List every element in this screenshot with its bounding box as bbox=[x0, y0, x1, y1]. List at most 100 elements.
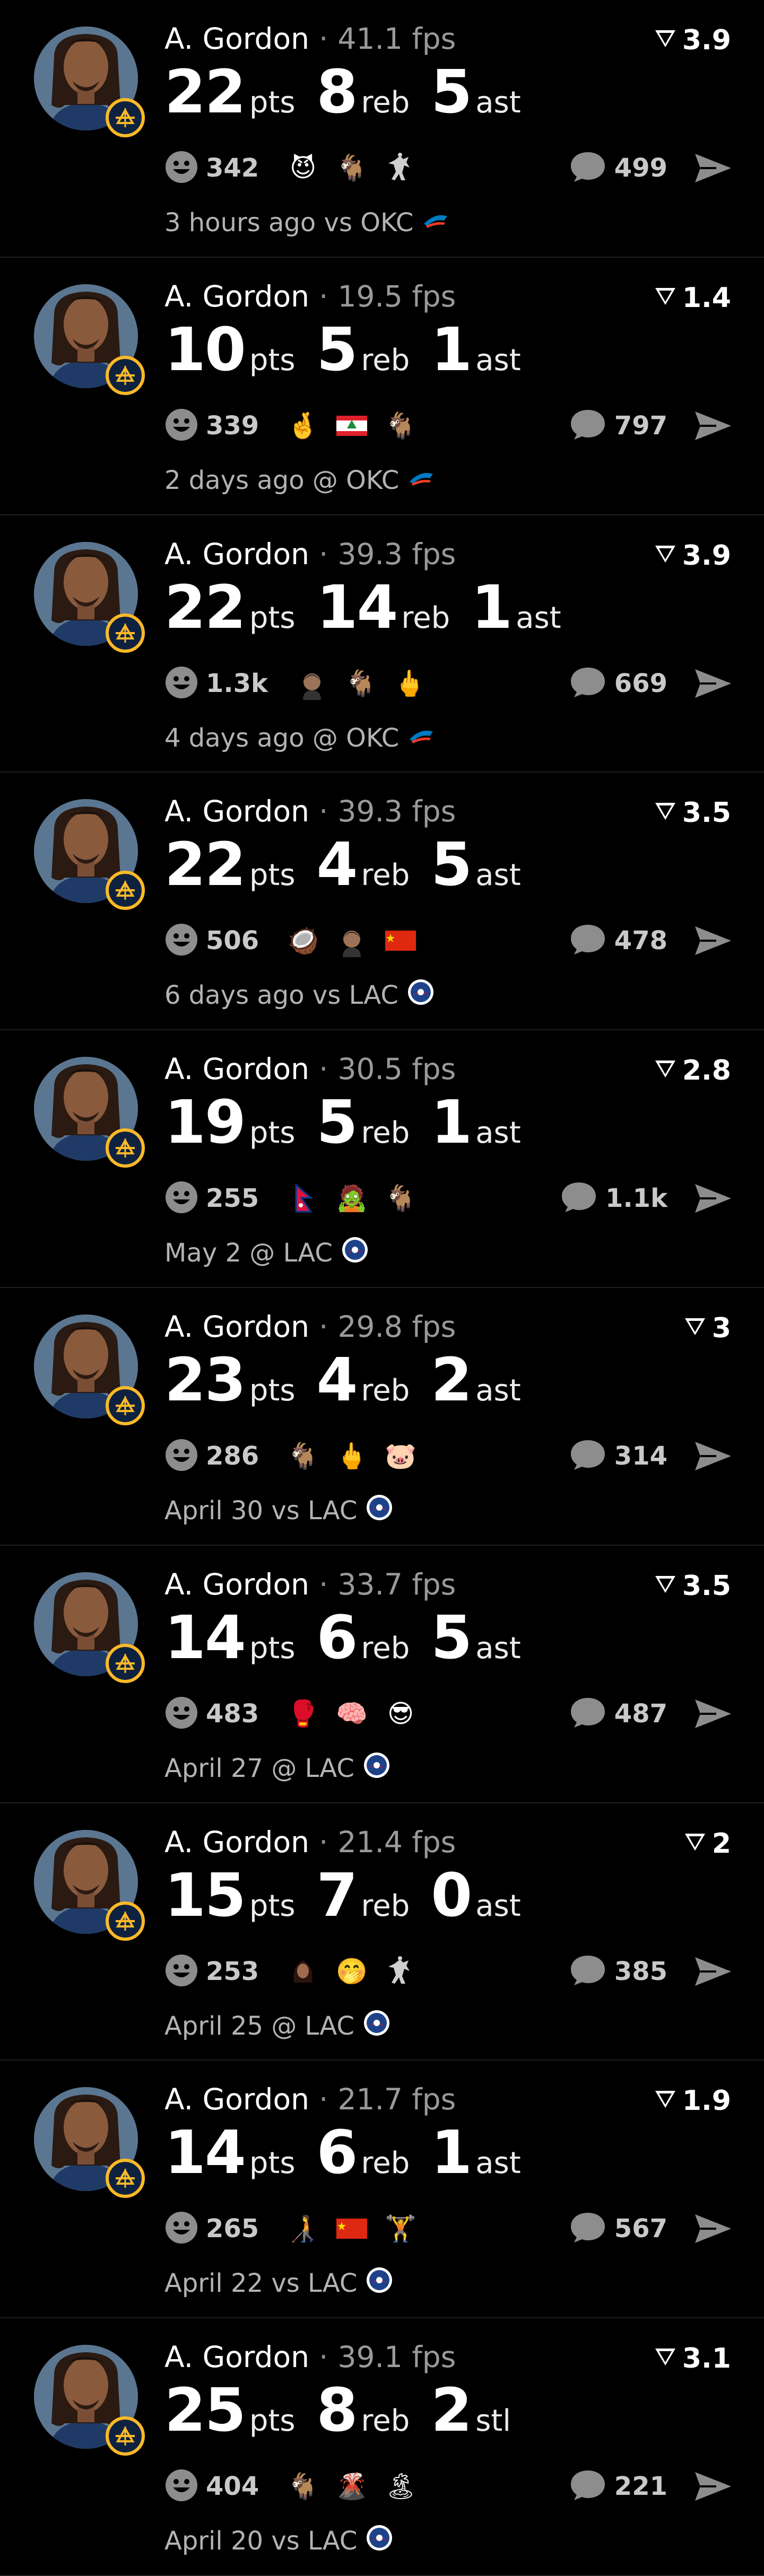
player-name[interactable]: A. Gordon bbox=[164, 22, 309, 56]
comment-bubble-icon[interactable] bbox=[569, 1696, 614, 1732]
game-card[interactable]: A. Gordon · 33.7 fps 3.5 14 pts 6 reb 5 ast 483… bbox=[0, 1546, 764, 1803]
reaction-smiley-icon[interactable] bbox=[164, 665, 198, 702]
game-info[interactable]: 2 days ago @ OKC bbox=[164, 462, 436, 498]
player-name[interactable]: A. Gordon bbox=[164, 1310, 309, 1344]
comments[interactable]: 487 bbox=[569, 1695, 667, 1732]
comments[interactable]: 478 bbox=[569, 922, 667, 959]
comment-bubble-icon[interactable] bbox=[569, 150, 614, 186]
game-card[interactable]: A. Gordon · 39.3 fps 3.9 22 pts 14 reb 1 ast 1.… bbox=[0, 515, 764, 773]
comments[interactable]: 314 bbox=[569, 1438, 667, 1475]
game-card[interactable]: A. Gordon · 39.3 fps 3.5 22 pts 4 reb 5 ast 506… bbox=[0, 773, 764, 1031]
game-info[interactable]: 4 days ago @ OKC bbox=[164, 720, 436, 756]
share-button[interactable] bbox=[693, 152, 733, 185]
share-button[interactable] bbox=[693, 1955, 733, 1988]
comments[interactable]: 669 bbox=[569, 665, 667, 702]
reactions[interactable]: 255 🧟 🐐 bbox=[164, 1180, 417, 1217]
player-name[interactable]: A. Gordon bbox=[164, 2082, 309, 2116]
game-card[interactable]: A. Gordon · 30.5 fps 2.8 19 pts 5 reb 1 ast 255… bbox=[0, 1030, 764, 1288]
reactions[interactable]: 339 🤞 🐐 bbox=[164, 407, 417, 444]
send-icon[interactable] bbox=[693, 1697, 733, 1730]
comments[interactable]: 499 bbox=[569, 150, 667, 187]
share-button[interactable] bbox=[693, 667, 733, 700]
comments[interactable]: 221 bbox=[569, 2468, 667, 2505]
reactions[interactable]: 253 🤭 bbox=[164, 1953, 417, 1990]
send-icon[interactable] bbox=[693, 409, 733, 442]
player-avatar[interactable] bbox=[33, 1571, 146, 1685]
send-icon[interactable] bbox=[693, 1955, 733, 1988]
share-button[interactable] bbox=[693, 2212, 733, 2245]
player-avatar[interactable] bbox=[33, 541, 146, 654]
player-avatar[interactable] bbox=[33, 1313, 146, 1427]
player-name[interactable]: A. Gordon bbox=[164, 1052, 309, 1086]
reaction-smiley-icon[interactable] bbox=[164, 2211, 198, 2247]
reaction-smiley-icon[interactable] bbox=[164, 2468, 198, 2504]
comments[interactable]: 567 bbox=[569, 2210, 667, 2247]
game-info[interactable]: April 30 vs LAC bbox=[164, 1493, 394, 1529]
share-button[interactable] bbox=[693, 1697, 733, 1730]
reactions[interactable]: 483 🥊 🧠 😎 bbox=[164, 1695, 417, 1732]
reaction-smiley-icon[interactable] bbox=[164, 923, 198, 959]
share-button[interactable] bbox=[693, 924, 733, 957]
game-info[interactable]: April 20 vs LAC bbox=[164, 2523, 394, 2559]
send-icon[interactable] bbox=[693, 1182, 733, 1215]
comment-bubble-icon[interactable] bbox=[569, 665, 614, 702]
comment-bubble-icon[interactable] bbox=[560, 1180, 605, 1216]
reactions[interactable]: 265 🧑‍🦯 🏋 bbox=[164, 2210, 417, 2247]
player-name[interactable]: A. Gordon bbox=[164, 279, 309, 313]
player-avatar[interactable] bbox=[33, 25, 146, 139]
game-info[interactable]: April 25 @ LAC bbox=[164, 2008, 392, 2044]
game-card[interactable]: A. Gordon · 19.5 fps 1.4 10 pts 5 reb 1 ast 339… bbox=[0, 258, 764, 515]
comment-bubble-icon[interactable] bbox=[569, 1953, 614, 1990]
reaction-smiley-icon[interactable] bbox=[164, 1696, 198, 1732]
comment-bubble-icon[interactable] bbox=[569, 1438, 614, 1474]
player-avatar[interactable] bbox=[33, 2086, 146, 2200]
comments[interactable]: 797 bbox=[569, 407, 667, 444]
player-name[interactable]: A. Gordon bbox=[164, 794, 309, 828]
game-card[interactable]: A. Gordon · 29.8 fps 3 23 pts 4 reb 2 ast 286 🐐… bbox=[0, 1288, 764, 1546]
send-icon[interactable] bbox=[693, 2212, 733, 2245]
reaction-smiley-icon[interactable] bbox=[164, 1180, 198, 1216]
game-info[interactable]: 6 days ago vs LAC bbox=[164, 977, 436, 1013]
reaction-smiley-icon[interactable] bbox=[164, 150, 198, 186]
comment-bubble-icon[interactable] bbox=[569, 2468, 614, 2504]
game-info[interactable]: 3 hours ago vs OKC bbox=[164, 205, 450, 241]
reactions[interactable]: 506 🥥 bbox=[164, 922, 417, 959]
reactions[interactable]: 404 🐐 🌋 🏝 bbox=[164, 2468, 417, 2505]
player-avatar[interactable] bbox=[33, 283, 146, 397]
player-name[interactable]: A. Gordon bbox=[164, 1825, 309, 1859]
send-icon[interactable] bbox=[693, 667, 733, 700]
game-card[interactable]: A. Gordon · 21.7 fps 1.9 14 pts 6 reb 1 ast 265… bbox=[0, 2061, 764, 2319]
player-avatar[interactable] bbox=[33, 798, 146, 912]
reaction-smiley-icon[interactable] bbox=[164, 1438, 198, 1474]
game-info[interactable]: April 22 vs LAC bbox=[164, 2265, 394, 2301]
game-card[interactable]: A. Gordon · 39.1 fps 3.1 25 pts 8 reb 2 stl 404… bbox=[0, 2318, 764, 2576]
reactions[interactable]: 1.3k 🐐 🖕 bbox=[164, 665, 426, 702]
send-icon[interactable] bbox=[693, 924, 733, 957]
player-name[interactable]: A. Gordon bbox=[164, 537, 309, 571]
comments[interactable]: 385 bbox=[569, 1953, 667, 1990]
share-button[interactable] bbox=[693, 409, 733, 442]
reactions[interactable]: 342 😈 🐐 bbox=[164, 150, 417, 187]
player-avatar[interactable] bbox=[33, 2344, 146, 2457]
comment-bubble-icon[interactable] bbox=[569, 2211, 614, 2247]
share-button[interactable] bbox=[693, 1182, 733, 1215]
send-icon[interactable] bbox=[693, 152, 733, 185]
reactions[interactable]: 286 🐐 🖕 🐷 bbox=[164, 1438, 417, 1475]
reaction-smiley-icon[interactable] bbox=[164, 408, 198, 444]
share-button[interactable] bbox=[693, 2470, 733, 2503]
game-card[interactable]: A. Gordon · 41.1 fps 3.9 22 pts 8 reb 5 ast 342… bbox=[0, 0, 764, 258]
game-info[interactable]: April 27 @ LAC bbox=[164, 1750, 392, 1786]
comment-bubble-icon[interactable] bbox=[569, 923, 614, 959]
share-button[interactable] bbox=[693, 1440, 733, 1473]
player-avatar[interactable] bbox=[33, 1056, 146, 1169]
player-name[interactable]: A. Gordon bbox=[164, 1567, 309, 1601]
comment-bubble-icon[interactable] bbox=[569, 408, 614, 444]
send-icon[interactable] bbox=[693, 1440, 733, 1473]
player-avatar[interactable] bbox=[33, 1829, 146, 1942]
game-card[interactable]: A. Gordon · 21.4 fps 2 15 pts 7 reb 0 ast 253 🤭 bbox=[0, 1803, 764, 2061]
game-info[interactable]: May 2 @ LAC bbox=[164, 1235, 370, 1271]
send-icon[interactable] bbox=[693, 2470, 733, 2503]
player-name[interactable]: A. Gordon bbox=[164, 2340, 309, 2374]
comments[interactable]: 1.1k bbox=[560, 1180, 667, 1217]
reaction-smiley-icon[interactable] bbox=[164, 1953, 198, 1990]
